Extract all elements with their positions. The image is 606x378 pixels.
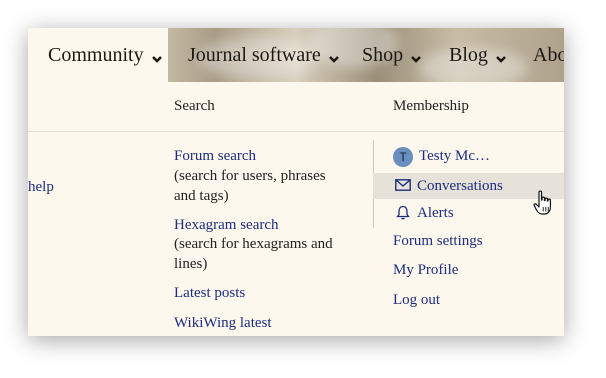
avatar[interactable]: T (393, 147, 413, 167)
forum-settings-link[interactable]: Forum settings (393, 231, 483, 251)
username-link[interactable]: Testy Mc… (419, 146, 490, 166)
latest-posts-link[interactable]: Latest posts (174, 283, 245, 303)
hand-pointer-cursor-icon (533, 190, 551, 215)
nav-shop[interactable]: Shop (362, 28, 423, 82)
nav-blog[interactable]: Blog (449, 28, 508, 82)
hexagram-search-desc-line2: lines) (174, 256, 208, 272)
wikiwing-latest-link[interactable]: WikiWing latest (174, 313, 272, 333)
membership-heading: Membership (393, 98, 469, 114)
log-out-link[interactable]: Log out (393, 290, 440, 310)
nav-about[interactable]: Abo (533, 28, 564, 82)
bell-icon (396, 205, 410, 220)
nav-community-label: Community (48, 43, 144, 66)
nav-journal-software[interactable]: Journal software (188, 28, 341, 82)
nav-blog-label: Blog (449, 43, 488, 66)
envelope-icon (395, 179, 411, 191)
search-heading: Search (174, 98, 215, 114)
chevron-down-icon (328, 56, 339, 63)
hexagram-search-desc-line1: (search for hexagrams and (174, 236, 333, 252)
forum-search-desc-line2: and tags) (174, 188, 229, 204)
nav-journal-software-label: Journal software (188, 43, 321, 66)
hexagram-search-link[interactable]: Hexagram search (174, 215, 279, 235)
my-profile-link[interactable]: My Profile (393, 260, 458, 280)
nav-community[interactable]: Community (28, 28, 168, 82)
chevron-down-icon (495, 56, 506, 63)
nav-about-label: Abo (533, 43, 564, 66)
conversations-link[interactable]: Conversations (417, 176, 503, 196)
forum-search-link[interactable]: Forum search (174, 146, 256, 166)
top-navigation-bar: Community Journal software Shop Blog Abo (28, 28, 564, 82)
chevron-down-icon (411, 56, 422, 63)
header-divider (28, 131, 564, 132)
chevron-down-icon (151, 56, 162, 63)
help-link[interactable]: help (28, 177, 54, 197)
navigation-dropdown-window: Community Journal software Shop Blog Abo… (28, 28, 564, 336)
alerts-link[interactable]: Alerts (417, 203, 454, 223)
nav-shop-label: Shop (362, 43, 404, 66)
forum-search-desc-line1: (search for users, phrases (174, 168, 326, 184)
